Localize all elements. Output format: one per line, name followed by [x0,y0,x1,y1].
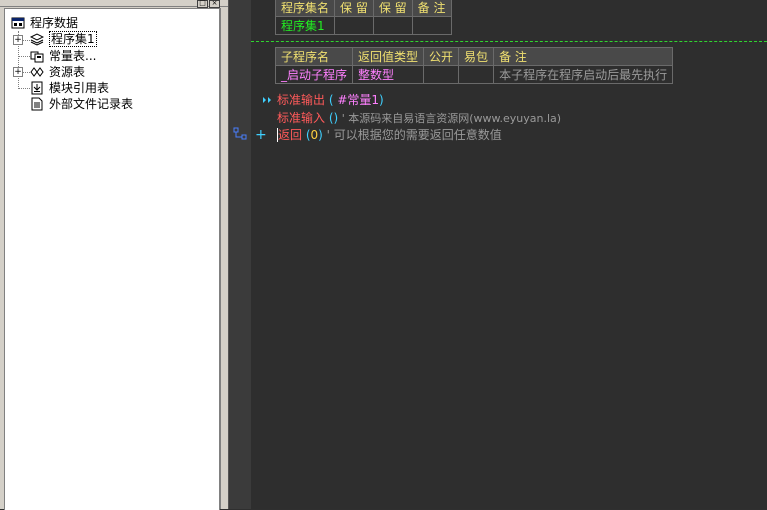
subroutine-table-header: 子程序名 返回值类型 公开 易包 备 注 [274,47,674,66]
run-arrow-icon[interactable] [263,96,272,104]
col-reserved: 保 留 [372,0,413,17]
pin-icon[interactable]: □ [197,0,208,8]
tree-root-label[interactable]: 程序数据 [30,15,78,31]
paren-open: ( [325,93,334,107]
paren-close: ) [379,93,384,107]
reserved-cell[interactable] [334,16,374,35]
tree-item-constants[interactable]: 常量表... [49,48,96,64]
col-public: 公开 [423,47,460,66]
expand-icon[interactable]: + [13,67,23,77]
subroutine-table: 子程序名 返回值类型 公开 易包 备 注 _启动子程序 整数型 本子程序在程序启… [274,47,674,84]
assembly-name-cell[interactable]: 程序集1 [274,16,336,35]
col-reserved: 保 留 [334,0,374,17]
col-remark: 备 注 [493,47,674,66]
close-icon[interactable]: × [209,0,220,8]
sub-name-cell[interactable]: _启动子程序 [274,65,354,84]
file-icon [31,97,43,111]
remark-cell[interactable]: 本子程序在程序启动后最先执行 [493,65,674,84]
col-easy-package: 易包 [458,47,495,66]
project-tree: 程序数据 + 程序集1 常量表... + 资源表 模块引用表 外部文件记录表 [4,8,220,510]
flow-marker-icon[interactable] [233,127,249,141]
constant-icon [30,51,44,63]
code-line[interactable]: 返回 (0) ' 可以根据您的需要返回任意数值 [278,126,502,144]
section-separator [251,41,767,42]
col-remark: 备 注 [411,0,452,17]
panel-titlebar [0,0,228,7]
tree-item-assembly1[interactable]: 程序集1 [49,31,97,47]
constant-arg[interactable]: #常量1 [334,93,379,107]
number-arg[interactable]: 0 [311,128,319,142]
comment: ' 可以根据您的需要返回任意数值 [322,128,502,142]
assembly-table-header: 程序集名 保 留 保 留 备 注 [274,0,452,17]
col-assembly-name: 程序集名 [274,0,336,17]
program-data-icon [11,17,25,29]
code-line[interactable]: 标准输出 ( #常量1) [277,91,384,109]
remark-cell[interactable] [411,16,452,35]
resource-icon [30,67,44,77]
table-row[interactable]: 程序集1 [274,16,452,35]
add-line-icon[interactable]: + [255,126,267,144]
project-panel: □ × 程序数据 + 程序集1 常量表... + 资源表 模块引用表 外部文件记… [0,0,229,510]
assembly-table: 程序集名 保 留 保 留 备 注 程序集1 [274,0,452,35]
easy-package-cell[interactable] [458,65,495,84]
module-icon [31,81,43,95]
tree-branch-line [18,56,30,57]
paren-open: ( [302,128,311,142]
stack-icon [30,33,44,46]
tree-item-module-refs[interactable]: 模块引用表 [49,80,109,96]
paren-empty: () [325,111,339,125]
command-name[interactable]: 标准输入 [277,111,325,125]
col-sub-name: 子程序名 [274,47,354,66]
table-row[interactable]: _启动子程序 整数型 本子程序在程序启动后最先执行 [274,65,674,84]
editor-gutter [228,0,251,509]
return-type-cell[interactable]: 整数型 [352,65,425,84]
expand-icon[interactable]: + [13,35,23,45]
command-name[interactable]: 返回 [278,128,302,142]
command-name[interactable]: 标准输出 [277,93,325,107]
reserved-cell[interactable] [372,16,413,35]
public-cell[interactable] [423,65,460,84]
tree-item-resources[interactable]: 资源表 [49,64,85,80]
col-return-type: 返回值类型 [352,47,425,66]
tree-branch-line [18,88,30,89]
code-line[interactable]: 标准输入 () ' 本源码来自易语言资源网(www.eyuyan.la) [277,109,561,127]
comment: ' 本源码来自易语言资源网(www.eyuyan.la) [338,112,562,125]
tree-item-external-files[interactable]: 外部文件记录表 [49,96,133,112]
